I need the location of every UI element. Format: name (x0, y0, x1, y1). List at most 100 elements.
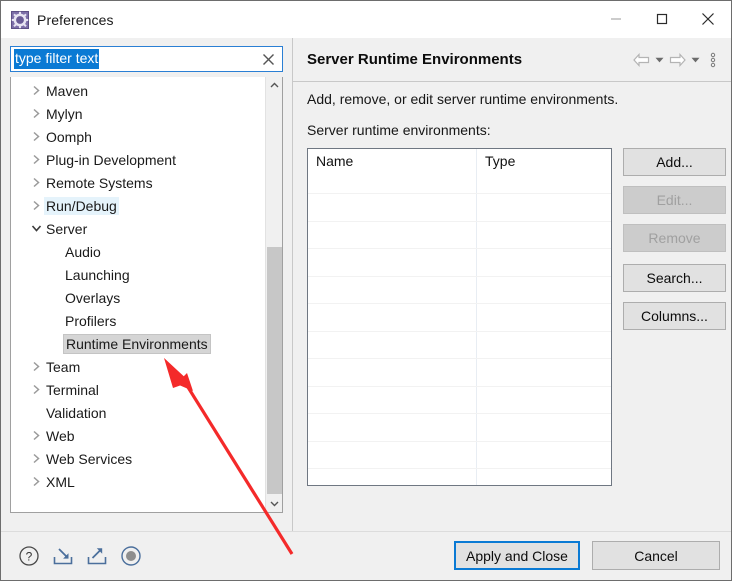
table-row[interactable] (308, 358, 611, 386)
sidebar-item-terminal[interactable]: Terminal (11, 378, 265, 401)
help-icon[interactable]: ? (17, 544, 41, 568)
sidebar-item-label: Remote Systems (46, 174, 153, 191)
sidebar-item-oomph[interactable]: Oomph (11, 125, 265, 148)
close-icon[interactable] (685, 1, 731, 37)
chevron-down-icon[interactable] (29, 217, 44, 240)
sidebar-item-team[interactable]: Team (11, 355, 265, 378)
export-preferences-icon[interactable] (85, 544, 109, 568)
sidebar-item-label: Oomph (46, 128, 92, 145)
sidebar-item-label: Server (46, 220, 88, 237)
sidebar-item-label: Maven (46, 82, 89, 99)
columns-button[interactable]: Columns... (623, 302, 726, 330)
view-menu-icon[interactable] (703, 50, 723, 70)
sidebar-item-maven[interactable]: Maven (11, 79, 265, 102)
chevron-right-icon[interactable] (29, 171, 44, 194)
table-row[interactable] (308, 248, 611, 276)
chevron-right-icon[interactable] (29, 102, 44, 125)
chevron-right-icon[interactable] (29, 125, 44, 148)
sidebar-item-launching[interactable]: Launching (11, 263, 265, 286)
table-label: Server runtime environments: (307, 122, 491, 138)
tree-scrollbar[interactable] (265, 77, 282, 512)
chevron-right-icon[interactable] (29, 148, 44, 171)
dialog-button-bar: ? Apply and Close Cancel (1, 531, 731, 580)
sidebar-item-mylyn[interactable]: Mylyn (11, 102, 265, 125)
sidebar-item-remote-systems[interactable]: Remote Systems (11, 171, 265, 194)
chevron-right-icon[interactable] (29, 470, 44, 493)
sidebar-item-label: Plug-in Development (46, 151, 176, 168)
page-header: Server Runtime Environments (293, 38, 731, 82)
forward-arrow-icon[interactable] (667, 50, 687, 70)
table-row[interactable] (308, 303, 611, 331)
sidebar-item-label: Web (46, 427, 75, 444)
table-action-buttons: Add... Edit... Remove Search... Columns... (623, 148, 726, 340)
column-header-type[interactable]: Type (485, 153, 515, 169)
chevron-right-icon[interactable] (29, 194, 44, 217)
table-row[interactable] (308, 385, 611, 414)
column-header-name[interactable]: Name (316, 153, 353, 169)
scrollbar-thumb[interactable] (267, 247, 282, 494)
chevron-right-icon[interactable] (29, 355, 44, 378)
sidebar-item-label: Runtime Environments (63, 333, 211, 354)
sidebar-item-plug-in-development[interactable]: Plug-in Development (11, 148, 265, 171)
maximize-icon[interactable] (639, 1, 685, 37)
page-description: Add, remove, or edit server runtime envi… (307, 91, 619, 107)
apply-and-close-button[interactable]: Apply and Close (454, 541, 580, 570)
sidebar-item-profilers[interactable]: Profilers (11, 309, 265, 332)
cancel-button[interactable]: Cancel (592, 541, 720, 570)
search-button[interactable]: Search... (623, 264, 726, 292)
table-row[interactable] (308, 440, 611, 469)
table-header: Name Type (308, 149, 611, 193)
table-body (308, 193, 611, 485)
chevron-right-icon[interactable] (29, 424, 44, 447)
tree-no-expander (29, 401, 44, 424)
sidebar-item-label: Web Services (46, 450, 133, 467)
search-input[interactable]: type filter text (14, 49, 100, 69)
sidebar-item-label: Audio (65, 243, 101, 260)
page-header-tools (631, 50, 723, 70)
page-heading: Server Runtime Environments (307, 51, 523, 68)
add-button[interactable]: Add... (623, 148, 726, 176)
svg-text:?: ? (26, 550, 33, 564)
table-row[interactable] (308, 330, 611, 359)
sidebar-item-label: Validation (46, 404, 107, 421)
sidebar-item-audio[interactable]: Audio (11, 240, 265, 263)
sidebar-item-label: XML (46, 473, 75, 490)
back-arrow-icon[interactable] (631, 50, 651, 70)
minimize-icon[interactable] (593, 1, 639, 37)
table-row[interactable] (308, 193, 611, 221)
filter-input-wrapper[interactable]: type filter text (10, 46, 283, 72)
title-bar: Preferences (1, 1, 731, 38)
chevron-right-icon[interactable] (29, 79, 44, 102)
sidebar-item-label: Team (46, 358, 81, 375)
table-row[interactable] (308, 275, 611, 304)
dialog-buttons: Apply and Close Cancel (454, 541, 720, 570)
runtime-environments-table[interactable]: Name Type (307, 148, 612, 486)
sidebar-item-server[interactable]: Server (11, 217, 265, 240)
window-controls (593, 1, 731, 37)
scroll-down-icon[interactable] (266, 495, 282, 512)
table-row[interactable] (308, 220, 611, 249)
chevron-right-icon[interactable] (29, 378, 44, 401)
sidebar-item-web[interactable]: Web (11, 424, 265, 447)
preferences-tree: Maven Mylyn Oomph Plug-in Development Remote… (11, 77, 265, 493)
sidebar-item-validation[interactable]: Validation (11, 401, 265, 424)
forward-dropdown-icon[interactable] (687, 50, 703, 70)
scroll-up-icon[interactable] (266, 77, 282, 94)
preference-page: Server Runtime Environments Add, remove,… (292, 38, 731, 532)
sidebar-item-label: Mylyn (46, 105, 83, 122)
sidebar-item-web-services[interactable]: Web Services (11, 447, 265, 470)
import-preferences-icon[interactable] (51, 544, 75, 568)
page-title: Preferences (37, 11, 114, 28)
chevron-right-icon[interactable] (29, 447, 44, 470)
oomph-record-icon[interactable] (119, 544, 143, 568)
table-row[interactable] (308, 413, 611, 441)
sidebar-item-overlays[interactable]: Overlays (11, 286, 265, 309)
table-row[interactable] (308, 468, 611, 485)
back-dropdown-icon[interactable] (651, 50, 667, 70)
sidebar-item-xml[interactable]: XML (11, 470, 265, 493)
sidebar-item-run-debug[interactable]: Run/Debug (11, 194, 265, 217)
clear-x-icon[interactable] (259, 50, 277, 68)
sidebar-item-runtime-environments[interactable]: Runtime Environments (11, 332, 265, 355)
preferences-gear-icon (11, 10, 29, 29)
sidebar-item-label: Overlays (65, 289, 121, 306)
